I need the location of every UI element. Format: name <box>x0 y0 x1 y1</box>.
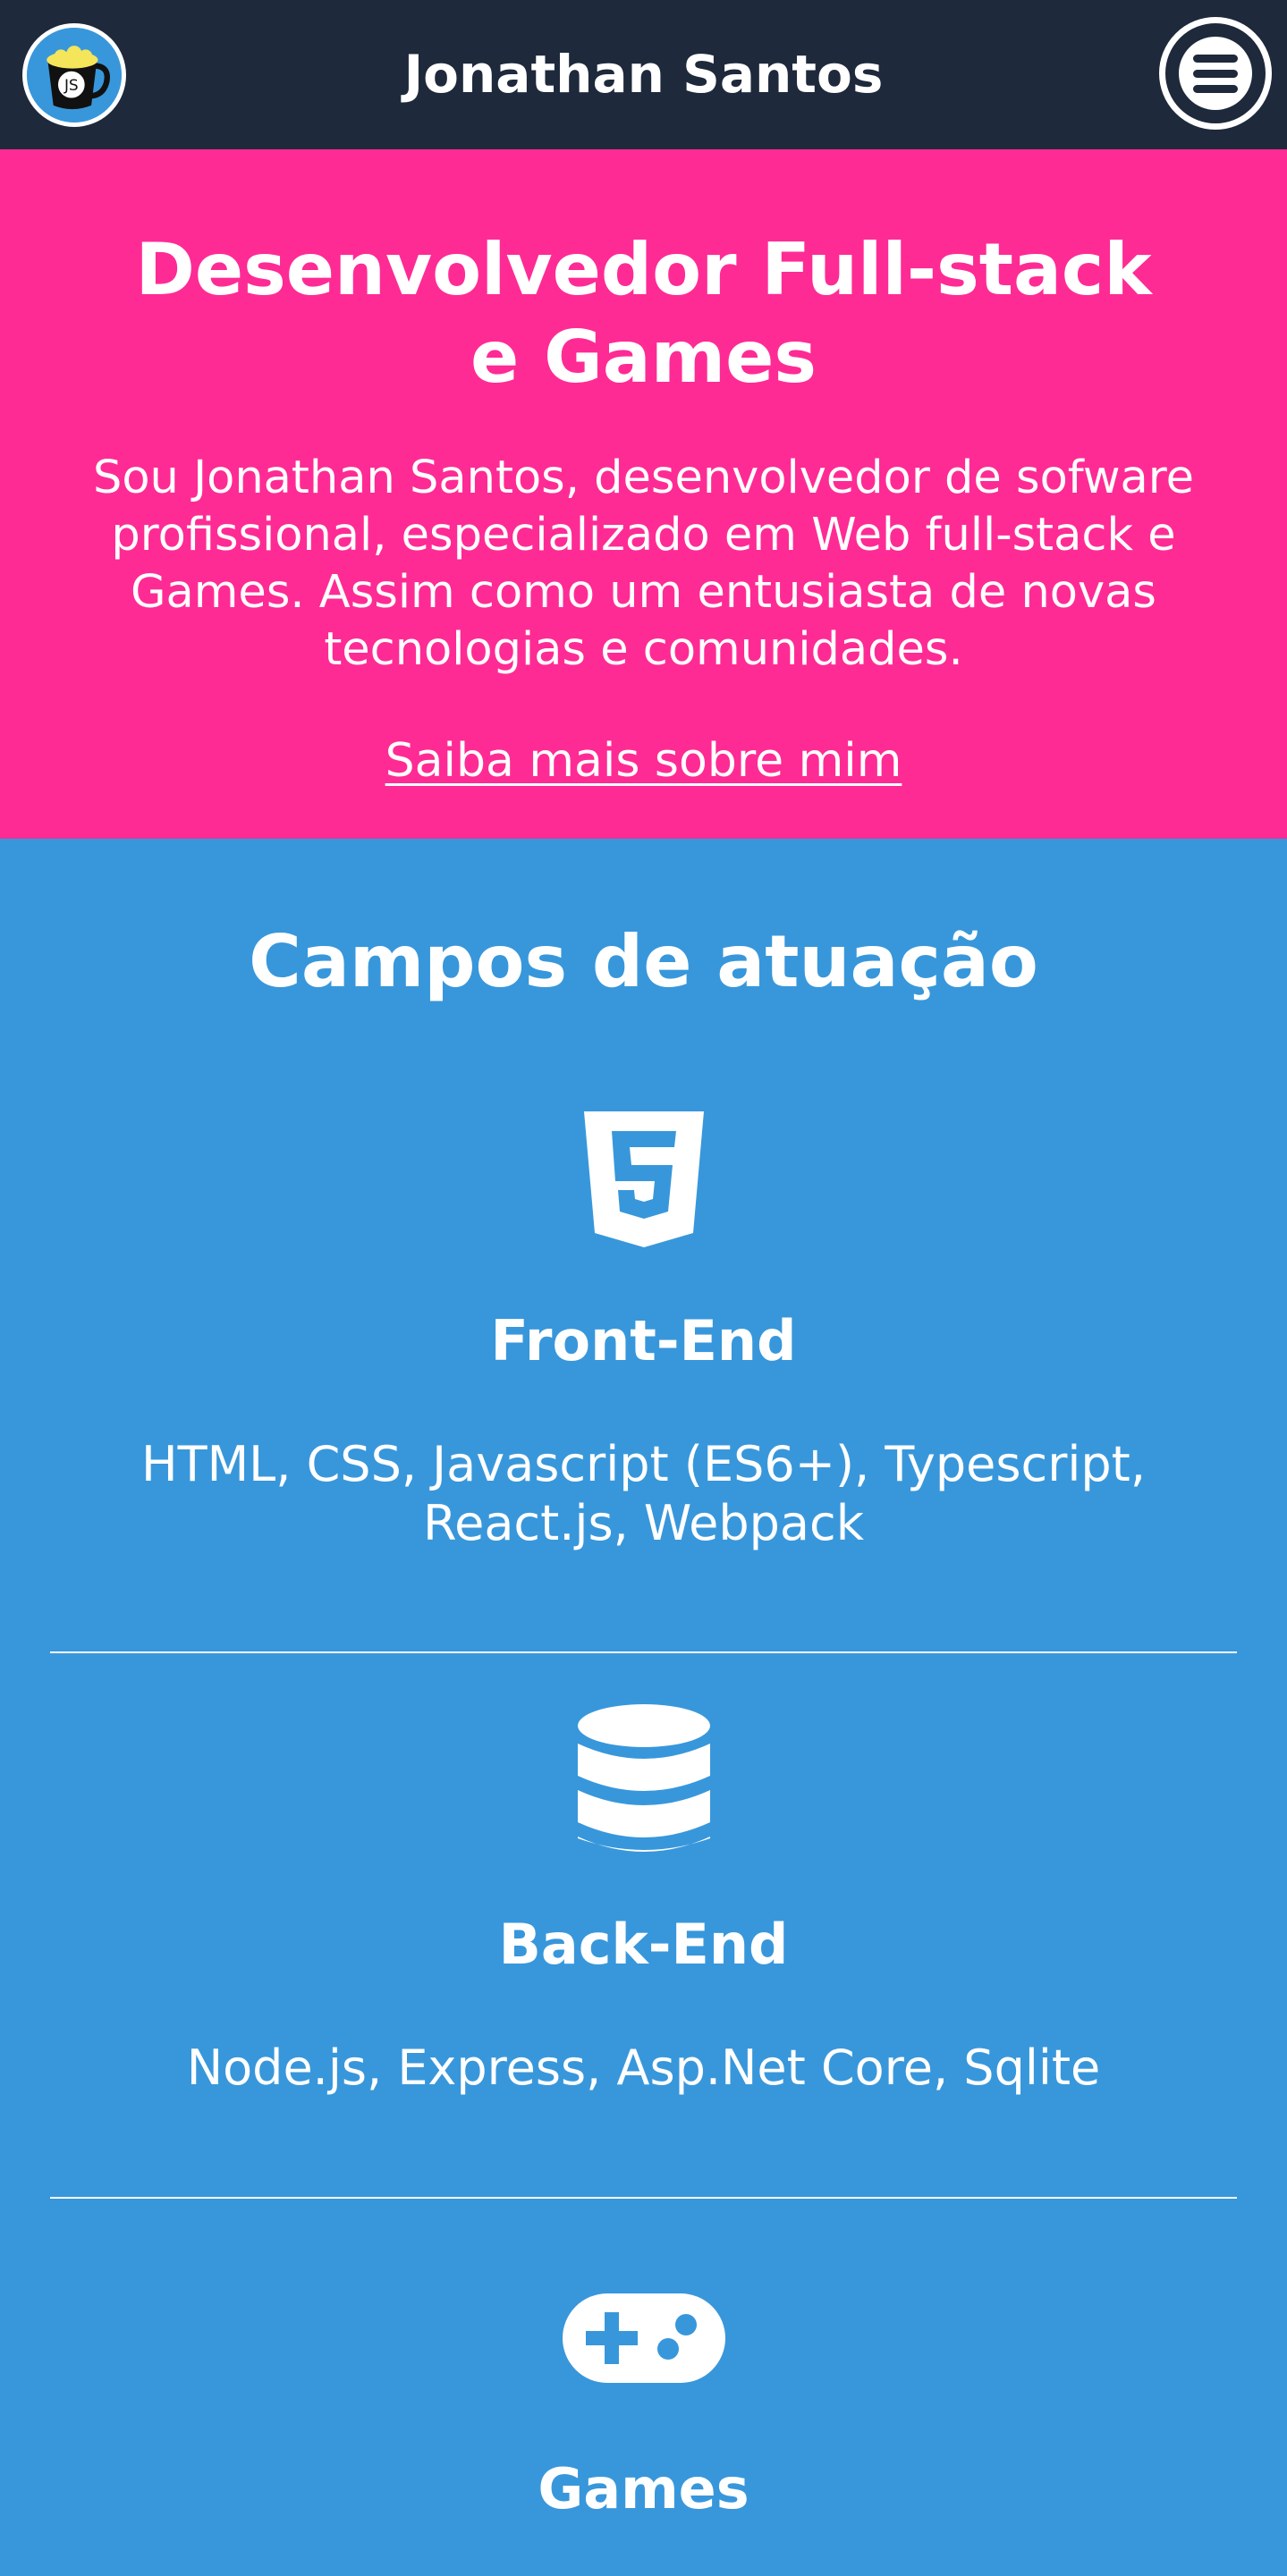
field-description-front-end: HTML, CSS, Javascript (ES6+), Typescript… <box>140 1436 1147 1551</box>
field-name-games: Games <box>538 2456 749 2521</box>
hero-section: Desenvolvedor Full-stack e Games Sou Jon… <box>0 149 1287 839</box>
divider <box>50 1651 1237 1653</box>
html5-icon <box>0 1111 1287 1247</box>
hero-title: Desenvolvedor Full-stack e Games <box>135 228 1152 399</box>
field-description-back-end: Node.js, Express, Asp.Net Core, Sqlite <box>186 2040 1101 2096</box>
hero-description: Sou Jonathan Santos, desenvolvedor de so… <box>92 452 1195 676</box>
about-me-link[interactable]: Saiba mais sobre mim <box>0 732 1287 790</box>
hamburger-icon <box>1179 37 1252 110</box>
fields-section: Campos de atuação Front-End HTML, CSS, J… <box>0 839 1287 2576</box>
menu-button[interactable] <box>1159 17 1272 130</box>
divider <box>50 2197 1237 2199</box>
site-header: JS Jonathan Santos <box>0 0 1287 149</box>
database-icon <box>0 1704 1287 1856</box>
site-title: Jonathan Santos <box>403 44 884 105</box>
field-name-front-end: Front-End <box>490 1308 797 1373</box>
fields-title: Campos de atuação <box>249 920 1038 1003</box>
field-name-back-end: Back-End <box>498 1912 789 1977</box>
gamepad-icon <box>0 2293 1287 2383</box>
